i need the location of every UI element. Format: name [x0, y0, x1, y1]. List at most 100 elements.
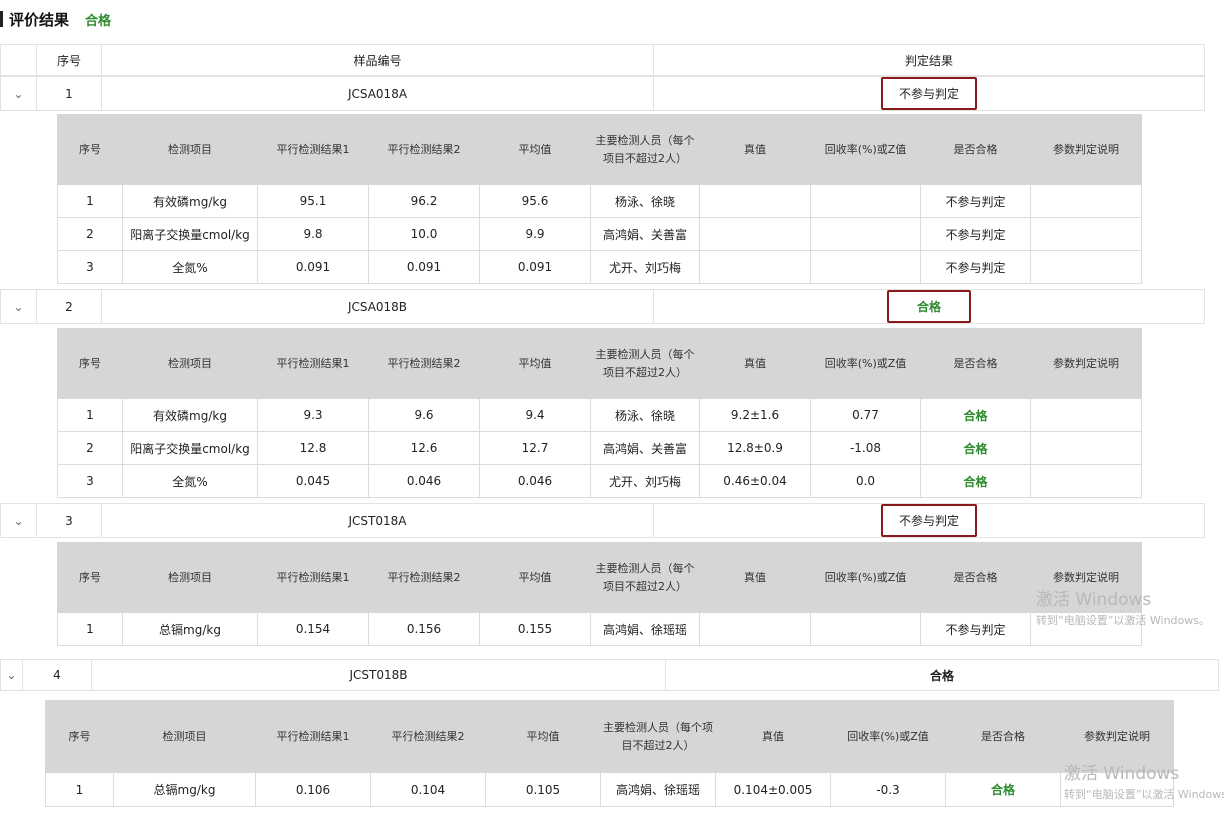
detail-header-true: 真值 [715, 700, 831, 773]
detail-header-avg: 平均值 [479, 114, 591, 185]
table-row: 1 有效磷mg/kg 9.3 9.6 9.4 杨泳、徐晓 9.2±1.6 0.7… [57, 398, 1142, 432]
row-seq: 3 [57, 464, 123, 498]
detail-header-true: 真值 [699, 542, 811, 613]
row-avg: 9.9 [479, 217, 591, 251]
row-true: 12.8±0.9 [699, 431, 811, 465]
detail-header-recovery: 回收率(%)或Z值 [830, 700, 946, 773]
sample-seq: 4 [22, 659, 92, 691]
row-avg: 0.091 [479, 250, 591, 284]
row-avg: 0.046 [479, 464, 591, 498]
row-staff: 杨泳、徐晓 [590, 398, 700, 432]
row-staff: 高鸿娟、徐瑶瑶 [600, 772, 716, 807]
detail-header-avg: 平均值 [479, 328, 591, 399]
sample-seq: 2 [36, 289, 102, 324]
expand-toggle[interactable]: ⌄ [0, 659, 23, 691]
chevron-down-icon[interactable]: ⌄ [13, 87, 23, 101]
row-note [1030, 464, 1142, 498]
expand-toggle[interactable]: ⌄ [0, 289, 37, 324]
detail-header-recovery: 回收率(%)或Z值 [810, 542, 921, 613]
sample-number: JCST018A [101, 503, 654, 538]
detail-header-qualified: 是否合格 [945, 700, 1061, 773]
detail-header-true: 真值 [699, 114, 811, 185]
row-recovery [810, 250, 921, 284]
watermark-subtitle: 转到“电脑设置”以激活 Windows。 [1064, 788, 1224, 801]
row-recovery [810, 217, 921, 251]
chevron-down-icon[interactable]: ⌄ [6, 668, 16, 682]
row-seq: 1 [57, 612, 123, 646]
row-seq: 2 [57, 217, 123, 251]
row-staff: 高鸿娟、关善富 [590, 431, 700, 465]
row-seq: 1 [57, 184, 123, 218]
detail-header-staff: 主要检测人员（每个项目不超过2人） [590, 542, 700, 613]
sample-row: ⌄ 2 JCSA018B 合格 [0, 289, 1205, 324]
overall-status: 合格 [85, 13, 112, 29]
detail-header-seq: 序号 [57, 328, 123, 399]
detail-header-item: 检测项目 [122, 542, 258, 613]
row-recovery: 0.0 [810, 464, 921, 498]
sample-row: ⌄ 4 JCST018B 合格 [0, 659, 1219, 691]
detail-header-note: 参数判定说明 [1030, 328, 1142, 399]
detail-header-par1: 平行检测结果1 [255, 700, 371, 773]
detail-header-seq: 序号 [57, 542, 123, 613]
detail-header-par2: 平行检测结果2 [368, 542, 480, 613]
column-header-judgement: 判定结果 [653, 44, 1205, 76]
row-avg: 0.155 [479, 612, 591, 646]
sample-number: JCSA018B [101, 289, 654, 324]
row-staff: 尤开、刘巧梅 [590, 464, 700, 498]
row-true: 0.104±0.005 [715, 772, 831, 807]
row-par1: 0.091 [257, 250, 369, 284]
table-row: 1 有效磷mg/kg 95.1 96.2 95.6 杨泳、徐晓 不参与判定 [57, 184, 1142, 218]
sample-row: ⌄ 3 JCST018A 不参与判定 [0, 503, 1205, 538]
table-row: 3 全氮% 0.091 0.091 0.091 尤开、刘巧梅 不参与判定 [57, 250, 1142, 284]
row-qualified: 不参与判定 [920, 217, 1031, 251]
row-par2: 0.104 [370, 772, 486, 807]
section-header: 评价结果 合格 [0, 8, 111, 30]
detail-table: 序号 检测项目 平行检测结果1 平行检测结果2 平均值 主要检测人员（每个项目不… [57, 114, 1142, 284]
expand-toggle[interactable]: ⌄ [0, 503, 37, 538]
row-true [699, 184, 811, 218]
row-par2: 10.0 [368, 217, 480, 251]
sample-judgement: 合格 [653, 289, 1205, 324]
row-recovery [810, 612, 921, 646]
detail-header-qualified: 是否合格 [920, 114, 1031, 185]
row-par2: 96.2 [368, 184, 480, 218]
results-table-header: 序号 样品编号 判定结果 [0, 44, 1205, 76]
judgement-badge: 合格 [886, 290, 971, 323]
row-recovery [810, 184, 921, 218]
row-seq: 3 [57, 250, 123, 284]
row-note [1030, 217, 1142, 251]
row-recovery: 0.77 [810, 398, 921, 432]
row-qualified: 合格 [920, 464, 1031, 498]
row-note [1030, 398, 1142, 432]
row-recovery: -1.08 [810, 431, 921, 465]
row-par2: 0.156 [368, 612, 480, 646]
watermark-title: 激活 Windows [1064, 764, 1180, 784]
row-staff: 尤开、刘巧梅 [590, 250, 700, 284]
row-par1: 12.8 [257, 431, 369, 465]
detail-header-qualified: 是否合格 [920, 542, 1031, 613]
sample-judgement: 不参与判定 [653, 503, 1205, 538]
judgement-badge: 不参与判定 [880, 77, 977, 110]
row-note [1030, 184, 1142, 218]
row-avg: 95.6 [479, 184, 591, 218]
row-par1: 0.045 [257, 464, 369, 498]
detail-header-par1: 平行检测结果1 [257, 114, 369, 185]
row-staff: 高鸿娟、徐瑶瑶 [590, 612, 700, 646]
table-row: 1 总镉mg/kg 0.154 0.156 0.155 高鸿娟、徐瑶瑶 不参与判… [57, 612, 1142, 646]
detail-header-seq: 序号 [57, 114, 123, 185]
row-note [1030, 431, 1142, 465]
detail-header-item: 检测项目 [113, 700, 256, 773]
row-true: 0.46±0.04 [699, 464, 811, 498]
expand-toggle[interactable]: ⌄ [0, 76, 37, 111]
row-true [699, 612, 811, 646]
detail-header-par1: 平行检测结果1 [257, 328, 369, 399]
detail-header-avg: 平均值 [485, 700, 601, 773]
detail-header-avg: 平均值 [479, 542, 591, 613]
detail-header-seq: 序号 [45, 700, 114, 773]
chevron-down-icon[interactable]: ⌄ [13, 300, 23, 314]
chevron-down-icon[interactable]: ⌄ [13, 514, 23, 528]
row-avg: 9.4 [479, 398, 591, 432]
row-seq: 2 [57, 431, 123, 465]
detail-header-qualified: 是否合格 [920, 328, 1031, 399]
row-item: 阳离子交换量cmol/kg [122, 431, 258, 465]
